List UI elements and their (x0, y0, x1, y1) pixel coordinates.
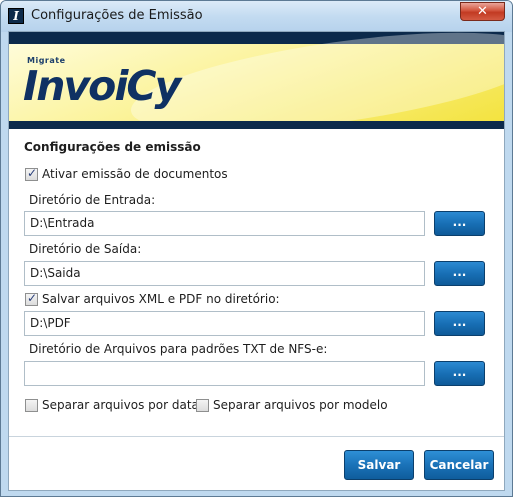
enable-emission-label: Ativar emissão de documentos (42, 167, 228, 181)
cancel-button[interactable]: Cancelar (424, 450, 494, 480)
input-dir-field[interactable]: D:\Entrada (24, 211, 425, 236)
separate-by-date-checkbox[interactable] (25, 399, 38, 412)
close-button[interactable]: ✕ (460, 2, 505, 21)
output-dir-browse-button[interactable]: ... (434, 261, 485, 286)
brand-banner: Migrate InvoiCy (9, 32, 504, 129)
save-files-label: Salvar arquivos XML e PDF no diretório: (42, 292, 280, 306)
banner-highlight (125, 32, 504, 129)
separate-by-model-label: Separar arquivos por modelo (213, 398, 388, 412)
nfse-dir-field[interactable] (24, 361, 425, 386)
enable-emission-checkbox[interactable] (25, 166, 38, 181)
section-title: Configurações de emissão (24, 140, 201, 154)
input-dir-browse-button[interactable]: ... (434, 211, 485, 236)
output-dir-label: Diretório de Saída: (29, 242, 142, 256)
title-bar[interactable]: I Configurações de Emissão ✕ (1, 1, 512, 32)
nfse-dir-browse-button[interactable]: ... (434, 361, 485, 386)
separate-by-date-label: Separar arquivos por data (42, 398, 199, 412)
window-title: Configurações de Emissão (31, 8, 203, 23)
app-logo-icon: I (8, 8, 24, 24)
save-button[interactable]: Salvar (344, 450, 414, 480)
dialog-window: I Configurações de Emissão ✕ Migrate Inv… (0, 0, 513, 497)
dialog-content: Migrate InvoiCy Configurações de emissão… (8, 31, 505, 491)
nfse-dir-label: Diretório de Arquivos para padrões TXT d… (29, 342, 328, 356)
input-dir-label: Diretório de Entrada: (29, 193, 156, 207)
save-files-checkbox[interactable] (25, 291, 38, 306)
output-dir-field[interactable]: D:\Saida (24, 261, 425, 286)
separate-by-model-checkbox[interactable] (196, 399, 209, 412)
save-dir-field[interactable]: D:\PDF (24, 311, 425, 336)
brand-logo-text: InvoiCy (23, 62, 181, 110)
footer-divider (9, 436, 504, 437)
banner-bottom-stripe (9, 121, 504, 129)
save-dir-browse-button[interactable]: ... (434, 311, 485, 336)
